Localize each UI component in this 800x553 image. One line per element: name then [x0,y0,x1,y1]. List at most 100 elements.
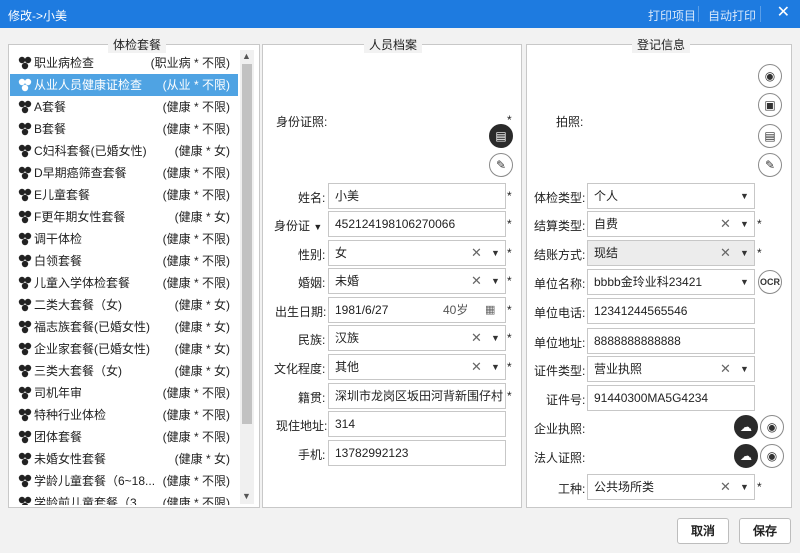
package-item[interactable]: 未婚女性套餐 (健康 * 女) [10,448,238,470]
cancel-button[interactable]: 取消 [677,518,729,544]
id-type-select[interactable]: 身份证 ▼ [274,217,322,234]
clear-icon[interactable]: ✕ [471,355,482,379]
education-select[interactable]: 其他 ✕ ▼ [328,354,506,380]
calendar-icon[interactable]: ▦ [485,298,495,322]
package-item[interactable]: 从业人员健康证检查 (从业 * 不限) [10,74,238,96]
package-item[interactable]: 福志族套餐(已婚女性) (健康 * 女) [10,316,238,338]
package-tag: (健康 * 不限) [162,100,230,114]
clear-icon[interactable]: ✕ [471,241,482,265]
chevron-down-icon[interactable]: ▼ [740,241,749,265]
package-item[interactable]: E儿童套餐 (健康 * 不限) [10,184,238,206]
package-item[interactable]: 学龄前儿童套餐（3... (健康 * 不限) [10,492,238,505]
ocr-icon[interactable]: OCR [758,270,782,294]
chevron-down-icon[interactable]: ▼ [740,184,749,208]
print-item-button[interactable]: 打印项目 [648,7,696,24]
chevron-down-icon[interactable]: ▼ [740,212,749,236]
package-scrollbar[interactable]: ▲ ▼ [240,50,254,504]
package-icon [18,121,32,136]
package-item[interactable]: 职业病检查 (职业病 * 不限) [10,52,238,74]
clear-icon[interactable]: ✕ [720,475,731,499]
exam-type-select[interactable]: 个人 ▼ [587,183,755,209]
clear-brush-icon[interactable]: ✎ [758,153,782,177]
id-card-read-icon[interactable]: ▤ [489,124,513,148]
required-mark: * [757,480,762,494]
package-item[interactable]: A套餐 (健康 * 不限) [10,96,238,118]
chevron-down-icon[interactable]: ▼ [491,355,500,379]
document-icon[interactable]: ▤ [758,124,782,148]
package-tag: (健康 * 女) [174,210,230,224]
package-item[interactable]: 三类大套餐（女) (健康 * 女) [10,360,238,382]
cloud-upload-icon[interactable]: ☁ [734,415,758,439]
chevron-down-icon[interactable]: ▼ [740,475,749,499]
origin-input[interactable]: 深圳市龙岗区坂田河背新围仔村 [328,383,506,409]
birth-date-picker[interactable]: 1981/6/27 40岁 ▦ [328,297,506,323]
clear-icon[interactable]: ✕ [720,357,731,381]
package-item[interactable]: C妇科套餐(已婚女性) (健康 * 女) [10,140,238,162]
origin-label: 籍贯: [298,391,326,405]
cloud-upload-icon[interactable]: ☁ [734,444,758,468]
camera-icon[interactable]: ◉ [760,415,784,439]
person-panel-title: 人员档案 [364,36,423,53]
address-label: 现住地址: [276,419,328,433]
save-button[interactable]: 保存 [739,518,791,544]
package-item[interactable]: 企业家套餐(已婚女性) (健康 * 女) [10,338,238,360]
job-select[interactable]: 公共场所类 ✕ ▼ [587,474,755,500]
chevron-down-icon: ▼ [313,222,323,232]
camera-icon[interactable]: ◉ [758,64,782,88]
package-item[interactable]: 学龄儿童套餐（6~18... (健康 * 不限) [10,470,238,492]
package-item[interactable]: 特种行业体检 (健康 * 不限) [10,404,238,426]
camera-icon[interactable]: ◉ [760,444,784,468]
chevron-down-icon[interactable]: ▼ [740,270,749,294]
marriage-select[interactable]: 未婚 ✕ ▼ [328,268,506,294]
chevron-down-icon[interactable]: ▼ [740,357,749,381]
clear-icon[interactable]: ✕ [720,241,731,265]
company-select[interactable]: bbbb金玲业科23421 ▼ [587,269,755,295]
package-item[interactable]: 白领套餐 (健康 * 不限) [10,250,238,272]
clear-icon[interactable]: ✕ [720,212,731,236]
close-icon[interactable]: ✕ [777,4,790,22]
scroll-thumb[interactable] [242,64,252,424]
required-mark: * [757,246,762,260]
ethnic-select[interactable]: 汉族 ✕ ▼ [328,325,506,351]
id-number-input[interactable]: 452124198106270066 [328,211,506,237]
package-item[interactable]: 司机年审 (健康 * 不限) [10,382,238,404]
cert-type-select[interactable]: 营业执照 ✕ ▼ [587,356,755,382]
settle-mode-select[interactable]: 现结 ✕ ▼ [587,240,755,266]
package-item[interactable]: F更年期女性套餐 (健康 * 女) [10,206,238,228]
package-item[interactable]: 儿童入学体检套餐 (健康 * 不限) [10,272,238,294]
package-name: 从业人员健康证检查 [34,78,143,92]
company-address-input[interactable]: 8888888888888 [587,328,755,354]
auto-print-button[interactable]: 自动打印 [708,7,756,24]
required-mark: * [507,389,512,403]
settle-type-label: 结算类型: [534,219,586,233]
package-icon [18,297,32,312]
package-item[interactable]: D早期癌筛查套餐 (健康 * 不限) [10,162,238,184]
exam-type-label: 体检类型: [534,191,586,205]
package-item[interactable]: B套餐 (健康 * 不限) [10,118,238,140]
marriage-label: 婚姻: [298,276,326,290]
package-icon [18,473,32,488]
clear-brush-icon[interactable]: ✎ [489,153,513,177]
cert-no-input[interactable]: 91440300MA5G4234 [587,385,755,411]
package-tag: (健康 * 不限) [162,254,230,268]
chevron-down-icon[interactable]: ▼ [491,269,500,293]
settle-type-select[interactable]: 自费 ✕ ▼ [587,211,755,237]
name-input[interactable]: 小美 [328,183,506,209]
package-item[interactable]: 团体套餐 (健康 * 不限) [10,426,238,448]
clear-icon[interactable]: ✕ [471,326,482,350]
birth-label: 出生日期: [275,305,327,319]
clear-icon[interactable]: ✕ [471,269,482,293]
image-icon[interactable]: ▣ [758,93,782,117]
chevron-down-icon[interactable]: ▼ [491,326,500,350]
photo-label: 拍照: [556,115,584,129]
phone-input[interactable]: 13782992123 [328,440,506,466]
package-item[interactable]: 调干体检 (健康 * 不限) [10,228,238,250]
company-phone-input[interactable]: 12341244565546 [587,298,755,324]
scroll-up-icon[interactable]: ▲ [242,51,251,61]
chevron-down-icon[interactable]: ▼ [491,241,500,265]
gender-select[interactable]: 女 ✕ ▼ [328,240,506,266]
scroll-down-icon[interactable]: ▼ [242,491,251,501]
package-icon [18,165,32,180]
package-item[interactable]: 二类大套餐（女) (健康 * 女) [10,294,238,316]
address-input[interactable]: 314 [328,411,506,437]
